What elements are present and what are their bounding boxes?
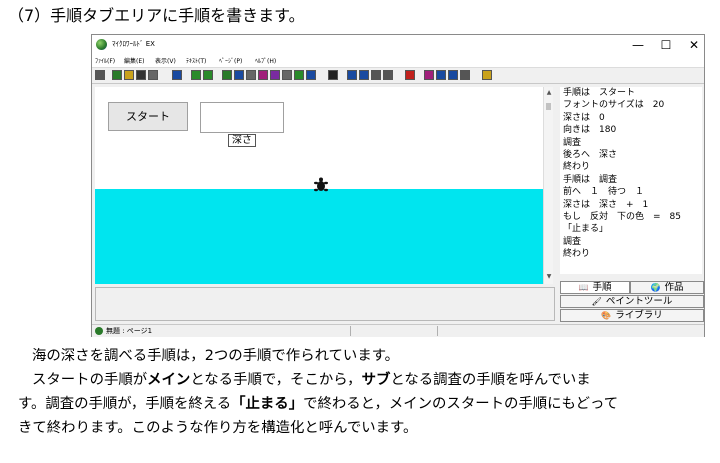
maximize-button[interactable]: ☐	[652, 36, 680, 54]
text-icon[interactable]	[234, 70, 244, 80]
menu-text[interactable]: ﾃｷｽﾄ(T)	[186, 56, 206, 65]
code-line: 調査	[563, 236, 582, 247]
turtle-icon[interactable]	[314, 177, 328, 193]
forward-icon[interactable]	[203, 70, 213, 80]
save-icon[interactable]	[136, 70, 146, 80]
help-icon[interactable]	[482, 70, 492, 80]
code-line: 手順は 調査	[563, 174, 618, 185]
paragraph-3: す。調査の手順が，手順を終える「止まる」で終わると，メインのスタートの手順にもど…	[18, 396, 619, 412]
tab-procedure[interactable]: 📖 手順	[560, 281, 630, 294]
pointer-icon[interactable]	[95, 70, 105, 80]
code-line: もし 反対 下の色 = 85	[563, 212, 681, 223]
code-line: 前へ １ 待つ １	[563, 187, 645, 198]
status-divider	[350, 326, 351, 336]
eye-icon[interactable]	[258, 70, 268, 80]
draw-icon[interactable]	[424, 70, 434, 80]
stop-icon[interactable]	[405, 70, 415, 80]
title-bar: ﾏｲｸﾛﾜｰﾙﾄﾞ EX — ☐ ✕	[92, 35, 704, 55]
code-line: 深さは 0	[563, 112, 605, 123]
start-button[interactable]: スタート	[108, 102, 188, 131]
status-globe-icon	[95, 327, 103, 335]
brush-icon: 🖌	[591, 297, 602, 306]
tab-paint-tool[interactable]: 🖌 ペイントツール	[560, 295, 704, 308]
app-globe-icon	[96, 39, 107, 50]
status-text: 無題 : ページ1	[106, 327, 153, 335]
minimize-button[interactable]: —	[624, 36, 652, 54]
code-line: 「止まる」	[563, 224, 609, 235]
scroll-thumb[interactable]	[546, 103, 551, 110]
code-line: 後ろへ 深さ	[563, 150, 618, 161]
stage-scrollbar[interactable]: ▲ ▼	[543, 87, 553, 284]
stage-area[interactable]: スタート 深さ	[95, 87, 543, 284]
status-bar: 無題 : ページ1	[92, 324, 704, 337]
person-icon[interactable]	[359, 70, 369, 80]
code-line: 手順は スタート	[563, 88, 636, 98]
paragraph-2: スタートの手順がメインとなる手順で，そこから，サブとなる調査の手順を呼んでいま	[32, 372, 591, 388]
turtle-icon[interactable]	[222, 70, 232, 80]
arrow-icon[interactable]	[328, 70, 338, 80]
tab-area: 📖 手順 🌍 作品 🖌 ペイントツール 🎨 ライブラリ	[560, 281, 704, 325]
explanation-text: 海の深さを調べる手順は，2つの手順で作られています。 スタートの手順がメインとな…	[18, 344, 718, 440]
paste-icon[interactable]	[448, 70, 458, 80]
globe-icon[interactable]	[112, 70, 122, 80]
menu-bar: ﾌｧｲﾙ(F) 編集(E) 表示(V) ﾃｷｽﾄ(T) ﾍﾟｰｼﾞ(P) ﾍﾙﾌ…	[92, 55, 704, 67]
code-line: 終わり	[563, 249, 591, 260]
app-window: ﾏｲｸﾛﾜｰﾙﾄﾞ EX — ☐ ✕ ﾌｧｲﾙ(F) 編集(E) 表示(V) ﾃ…	[91, 34, 705, 337]
menu-page[interactable]: ﾍﾟｰｼﾞ(P)	[219, 56, 242, 65]
menu-help[interactable]: ﾍﾙﾌﾟ(H)	[255, 56, 276, 65]
zoom-in-icon[interactable]	[371, 70, 381, 80]
window-title: ﾏｲｸﾛﾜｰﾙﾄﾞ EX	[112, 40, 155, 48]
world-icon[interactable]	[306, 70, 316, 80]
copy-icon[interactable]	[436, 70, 446, 80]
menu-edit[interactable]: 編集(E)	[124, 56, 144, 65]
message-area	[95, 287, 555, 321]
shape-icon[interactable]	[294, 70, 304, 80]
print-icon[interactable]	[148, 70, 158, 80]
code-line: 向きは 180	[563, 125, 617, 136]
menu-file[interactable]: ﾌｧｲﾙ(F)	[95, 56, 115, 65]
undo-icon[interactable]	[460, 70, 470, 80]
scroll-up-icon[interactable]: ▲	[545, 89, 553, 96]
menu-view[interactable]: 表示(V)	[155, 56, 176, 65]
code-line: 終わり	[563, 162, 591, 173]
sea-area	[95, 189, 543, 284]
close-button[interactable]: ✕	[680, 36, 708, 54]
scroll-down-icon[interactable]: ▼	[545, 273, 553, 280]
folder-open-icon[interactable]	[124, 70, 134, 80]
back-icon[interactable]	[191, 70, 201, 80]
page-heading: （7）手順タブエリアに手順を書きます。	[8, 6, 305, 25]
zoom-out-icon[interactable]	[383, 70, 393, 80]
code-line: 調査	[563, 137, 582, 148]
pen-icon[interactable]	[246, 70, 256, 80]
code-line: 深さは 深さ + 1	[563, 199, 649, 210]
library-icon: 🎨	[601, 311, 612, 320]
globe-icon: 🌍	[650, 283, 661, 292]
book-icon: 📖	[578, 283, 589, 292]
toolbar	[92, 67, 704, 84]
view-icon[interactable]	[347, 70, 357, 80]
grid-icon[interactable]	[172, 70, 182, 80]
paragraph-4: きて終わります。このような作り方を構造化と呼んでいます。	[18, 420, 418, 436]
magic-icon[interactable]	[282, 70, 292, 80]
tab-library[interactable]: 🎨 ライブラリ	[560, 309, 704, 322]
music-icon[interactable]	[270, 70, 280, 80]
depth-value-box	[200, 102, 284, 133]
procedure-editor[interactable]: 手順は スタート フォントのサイズは 20 深さは 0 向きは 180 調査 後ろへ 深さ…	[560, 87, 702, 274]
status-divider	[437, 326, 438, 336]
tab-works[interactable]: 🌍 作品	[630, 281, 704, 294]
code-line: フォントのサイズは 20	[563, 100, 665, 111]
depth-label: 深さ	[228, 134, 256, 147]
paragraph-1: 海の深さを調べる手順は，2つの手順で作られています。	[32, 348, 400, 364]
